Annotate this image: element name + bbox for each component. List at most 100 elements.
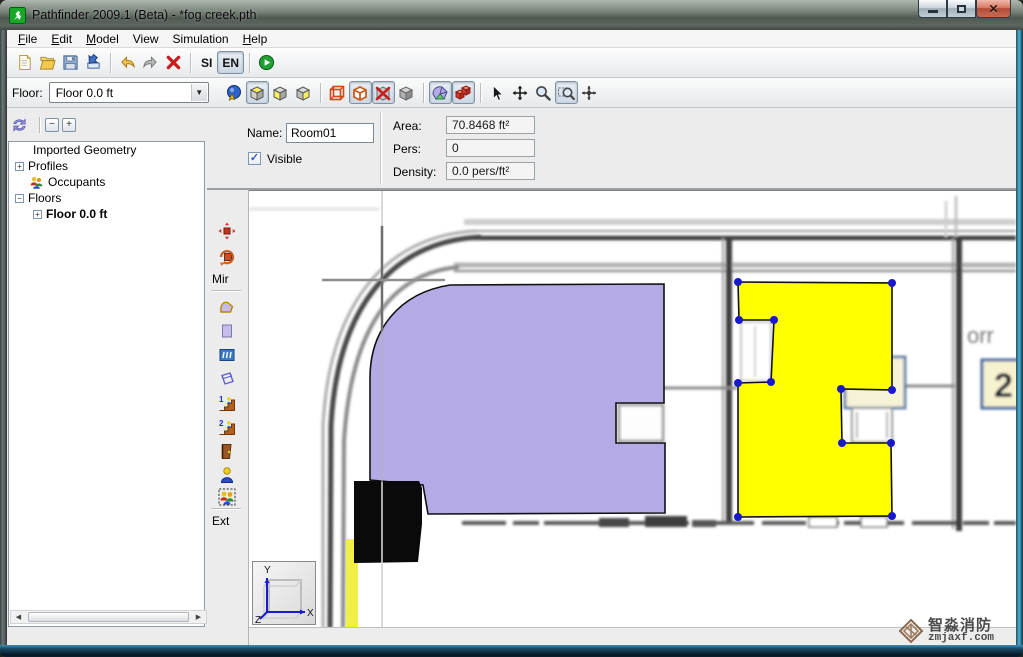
save-button[interactable] xyxy=(59,51,82,74)
vertex-handle[interactable] xyxy=(888,386,896,394)
floorplan-canvas[interactable]: orr 2 xyxy=(249,191,1016,628)
rect-room-icon xyxy=(218,322,236,340)
canvas-viewport[interactable]: orr 2 xyxy=(249,190,1016,645)
mirror-tool[interactable]: Mir xyxy=(212,272,229,286)
app-icon xyxy=(9,7,26,24)
menu-item-simulation[interactable]: Simulation xyxy=(166,31,236,47)
pers-label: Pers: xyxy=(393,142,421,156)
vertex-handle[interactable] xyxy=(837,385,845,393)
undo-button[interactable] xyxy=(116,51,139,74)
pan-tool-button[interactable] xyxy=(509,81,532,104)
refresh-tree-icon[interactable] xyxy=(11,117,28,134)
zoom-box-icon xyxy=(557,84,575,102)
stairs-one-tool[interactable]: 1 xyxy=(214,392,240,414)
thin-room-tool[interactable] xyxy=(214,344,240,366)
vertex-handle[interactable] xyxy=(734,278,742,286)
occupants-group-icon xyxy=(29,175,44,190)
canvas-obstruction[interactable] xyxy=(354,481,422,563)
menu-item-view[interactable]: View xyxy=(126,31,166,47)
zoom-box-tool-button[interactable] xyxy=(555,81,578,104)
select-tool-button[interactable] xyxy=(486,81,509,104)
scroll-right-arrow[interactable]: ▶ xyxy=(191,611,206,623)
vertex-handle[interactable] xyxy=(888,279,896,287)
vertex-handle[interactable] xyxy=(887,439,895,447)
units-en-button[interactable]: EN xyxy=(217,51,244,74)
menu-item-edit[interactable]: Edit xyxy=(44,31,79,47)
vertex-handle[interactable] xyxy=(767,378,775,386)
show-geometry-button[interactable] xyxy=(395,81,418,104)
window-border-right xyxy=(1016,30,1023,645)
zoom-tool-button[interactable] xyxy=(532,81,555,104)
hide-geometry-button[interactable] xyxy=(372,81,395,104)
tree-item-profiles[interactable]: + Profiles xyxy=(9,158,204,174)
new-button[interactable] xyxy=(13,51,36,74)
expand-icon[interactable]: + xyxy=(15,162,24,171)
solid-button[interactable] xyxy=(349,81,372,104)
wireframe-button[interactable] xyxy=(326,81,349,104)
import-button[interactable] xyxy=(82,51,105,74)
density-value: 0.0 pers/ft² xyxy=(446,162,535,180)
delete-button[interactable] xyxy=(162,51,185,74)
menu-item-model[interactable]: Model xyxy=(79,31,126,47)
extract-tool[interactable]: Ext xyxy=(212,514,229,528)
open-button[interactable] xyxy=(36,51,59,74)
add-occupant-tool[interactable] xyxy=(214,464,240,486)
door-tool[interactable] xyxy=(214,440,240,462)
orbit-view-button[interactable] xyxy=(223,81,246,104)
add-occupant-group-tool[interactable] xyxy=(214,486,240,508)
visible-checkbox[interactable]: ✓ xyxy=(248,152,261,165)
units-si-button[interactable]: SI xyxy=(196,51,217,74)
axis-x-label: X xyxy=(307,608,314,619)
stairs-two-tool[interactable]: 2 xyxy=(214,416,240,438)
tree-item-label: Profiles xyxy=(28,159,68,173)
titlebar[interactable]: Pathfinder 2009.1 (Beta) - *fog creek.pt… xyxy=(0,0,1023,30)
redo-button[interactable] xyxy=(139,51,162,74)
scrollbar-thumb[interactable] xyxy=(28,612,189,622)
watermark-url: zmjaxf.com xyxy=(928,633,994,644)
view-side-button[interactable] xyxy=(292,81,315,104)
vertex-handle[interactable] xyxy=(734,513,742,521)
move-object-tool[interactable] xyxy=(214,220,240,242)
floor-select[interactable]: Floor 0.0 ft ▼ xyxy=(49,82,209,103)
cube-top-icon xyxy=(248,84,266,102)
show-objects-button[interactable] xyxy=(452,81,475,104)
scroll-left-arrow[interactable]: ◀ xyxy=(11,611,26,623)
collapse-icon[interactable]: − xyxy=(15,194,24,203)
tree-item-imported-geometry[interactable]: Imported Geometry xyxy=(9,142,204,158)
chevron-down-icon[interactable]: ▼ xyxy=(191,84,207,101)
tree-horizontal-scrollbar[interactable]: ◀ ▶ xyxy=(10,610,207,624)
tree-item-floor-0-0-ft[interactable]: +Floor 0.0 ft xyxy=(9,206,204,222)
prism-tool[interactable] xyxy=(214,368,240,390)
polygon-room-tool[interactable] xyxy=(214,296,240,318)
collapse-all-button[interactable]: − xyxy=(45,118,59,132)
menu-item-help[interactable]: Help xyxy=(236,31,275,47)
pan-icon xyxy=(511,84,529,102)
zoom-extents-button[interactable] xyxy=(578,81,601,104)
vertex-handle[interactable] xyxy=(838,439,846,447)
tree-item-floors[interactable]: −Floors xyxy=(9,190,204,206)
vertex-handle[interactable] xyxy=(734,379,742,387)
close-button[interactable]: ✕ xyxy=(976,0,1011,18)
run-icon xyxy=(258,54,275,71)
minimize-button[interactable] xyxy=(918,0,947,18)
room-name-input[interactable] xyxy=(286,123,374,143)
show-rooms-button[interactable] xyxy=(429,81,452,104)
rectangle-room-tool[interactable] xyxy=(214,320,240,342)
vertex-handle[interactable] xyxy=(770,316,778,324)
vertex-handle[interactable] xyxy=(888,512,896,520)
expand-icon[interactable]: + xyxy=(33,210,42,219)
canvas-room-room01[interactable] xyxy=(370,284,665,514)
toolbar-separator xyxy=(423,83,424,103)
view-front-button[interactable] xyxy=(269,81,292,104)
rotate-object-tool[interactable] xyxy=(214,246,240,268)
vertex-handle[interactable] xyxy=(735,316,743,324)
maximize-button[interactable] xyxy=(947,0,976,18)
menu-item-file[interactable]: File xyxy=(11,31,44,47)
tree-item-occupants[interactable]: Occupants xyxy=(9,174,204,190)
view-top-button[interactable] xyxy=(246,81,269,104)
expand-all-button[interactable]: + xyxy=(62,118,76,132)
run-simulation-button[interactable] xyxy=(255,51,278,74)
main-toolbar: SIEN xyxy=(7,48,1016,78)
zoom-extents-icon xyxy=(580,84,598,102)
axis-z-label: Z xyxy=(255,615,261,624)
